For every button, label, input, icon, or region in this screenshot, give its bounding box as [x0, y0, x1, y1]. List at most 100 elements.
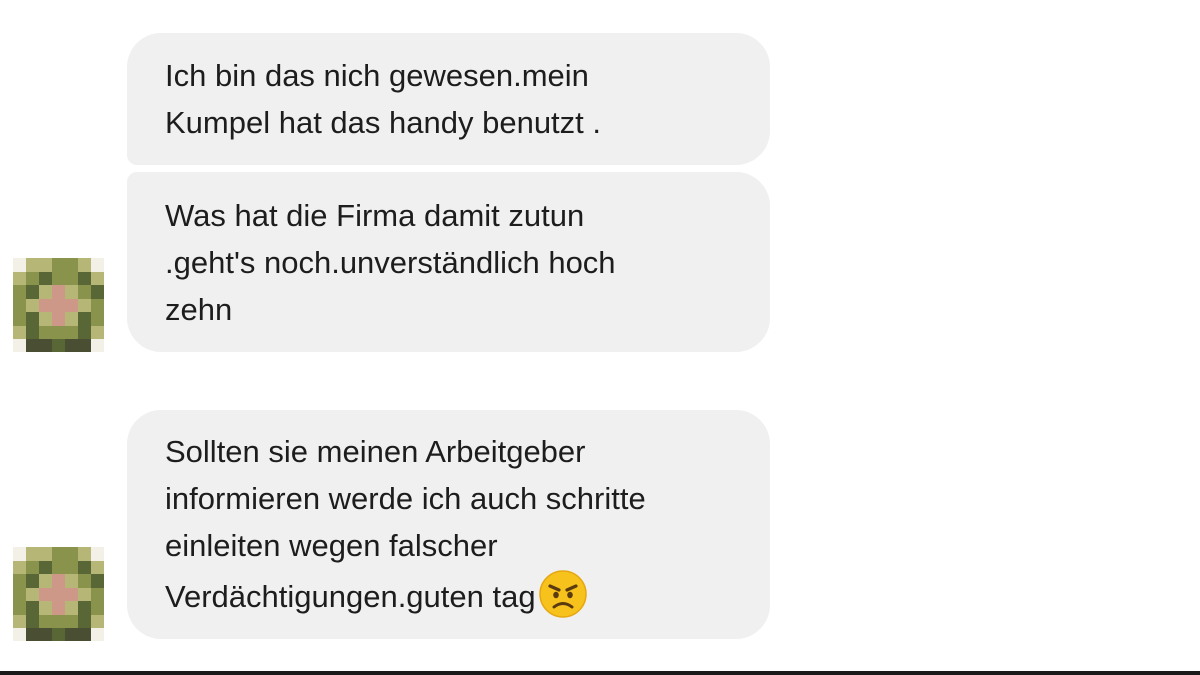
avatar-pixel: [91, 587, 104, 601]
avatar-pixel: [52, 312, 65, 326]
avatar-pixel: [65, 587, 78, 601]
avatar-pixel: [26, 560, 39, 574]
avatar-pixel: [39, 574, 52, 588]
avatar-pixel: [91, 601, 104, 615]
avatar-pixel: [13, 271, 26, 285]
avatar-pixel: [78, 271, 91, 285]
sender-avatar-pixelated[interactable]: [13, 258, 104, 352]
avatar-pixel: [26, 325, 39, 339]
avatar-pixel: [13, 587, 26, 601]
avatar-pixel: [91, 285, 104, 299]
avatar-pixel: [65, 560, 78, 574]
avatar-pixel: [65, 312, 78, 326]
avatar-pixel: [52, 325, 65, 339]
avatar-pixel: [39, 271, 52, 285]
avatar-pixel: [78, 601, 91, 615]
avatar-pixel: [91, 547, 104, 561]
avatar-pixel: [65, 285, 78, 299]
avatar-pixel: [91, 258, 104, 272]
avatar-pixel: [52, 587, 65, 601]
avatar-pixel: [65, 271, 78, 285]
avatar-pixel: [52, 574, 65, 588]
avatar-pixel: [13, 547, 26, 561]
avatar-pixel: [52, 339, 65, 352]
avatar-pixel: [65, 601, 78, 615]
avatar-pixel: [78, 547, 91, 561]
avatar-pixel: [26, 339, 39, 352]
avatar-pixel: [39, 298, 52, 312]
avatar-pixel: [78, 258, 91, 272]
avatar-pixel: [52, 298, 65, 312]
avatar-pixel: [13, 312, 26, 326]
avatar-pixel: [78, 325, 91, 339]
avatar-pixel: [39, 614, 52, 628]
avatar-pixel: [52, 614, 65, 628]
avatar-pixel: [52, 628, 65, 641]
avatar-pixel: [65, 547, 78, 561]
avatar-pixel: [39, 560, 52, 574]
avatar-pixel: [52, 285, 65, 299]
avatar-pixel: [78, 587, 91, 601]
avatar-pixel: [39, 285, 52, 299]
avatar-pixel: [52, 271, 65, 285]
avatar-pixel: [13, 258, 26, 272]
avatar-pixel: [39, 339, 52, 352]
avatar-pixel: [26, 271, 39, 285]
avatar-pixel: [78, 574, 91, 588]
avatar-pixel: [78, 628, 91, 641]
avatar-pixel: [65, 258, 78, 272]
avatar-pixel: [13, 339, 26, 352]
avatar-pixel: [13, 614, 26, 628]
avatar-pixel: [52, 560, 65, 574]
message-bubble-2[interactable]: Was hat die Firma damit zutun .geht's no…: [127, 172, 770, 352]
avatar-pixel: [39, 628, 52, 641]
avatar-pixel: [13, 601, 26, 615]
avatar-pixel: [13, 298, 26, 312]
avatar-pixel: [91, 271, 104, 285]
avatar-pixel: [78, 560, 91, 574]
avatar-pixel: [52, 258, 65, 272]
avatar-pixel: [13, 285, 26, 299]
sender-avatar-pixelated[interactable]: [13, 547, 104, 641]
avatar-pixel: [26, 285, 39, 299]
avatar-pixel: [78, 312, 91, 326]
avatar-pixel: [91, 312, 104, 326]
avatar-pixel: [65, 628, 78, 641]
avatar-pixel: [26, 587, 39, 601]
avatar-pixel: [65, 339, 78, 352]
avatar-pixel: [26, 298, 39, 312]
avatar-pixel: [13, 560, 26, 574]
message-text-2: Was hat die Firma damit zutun .geht's no…: [165, 198, 616, 327]
avatar-pixel: [13, 325, 26, 339]
avatar-pixel: [65, 614, 78, 628]
avatar-pixel: [91, 574, 104, 588]
avatar-pixel: [91, 298, 104, 312]
avatar-pixel: [39, 601, 52, 615]
avatar-pixel: [39, 587, 52, 601]
avatar-pixel: [78, 298, 91, 312]
avatar-pixel: [91, 339, 104, 352]
avatar-pixel: [91, 614, 104, 628]
bottom-divider: [0, 671, 1200, 675]
avatar-pixel: [52, 547, 65, 561]
avatar-pixel: [26, 574, 39, 588]
message-text-1: Ich bin das nich gewesen.mein Kumpel hat…: [165, 58, 602, 140]
avatar-pixel: [78, 614, 91, 628]
avatar-pixel: [13, 574, 26, 588]
avatar-pixel: [26, 258, 39, 272]
avatar-pixel: [39, 258, 52, 272]
avatar-pixel: [13, 628, 26, 641]
avatar-pixel: [26, 628, 39, 641]
avatar-pixel: [78, 339, 91, 352]
message-thread: Ich bin das nich gewesen.mein Kumpel hat…: [0, 0, 1200, 675]
avatar-pixel: [26, 547, 39, 561]
avatar-pixel: [91, 628, 104, 641]
angry-face-icon: [538, 569, 588, 619]
message-bubble-3[interactable]: Sollten sie meinen Arbeitgeber informier…: [127, 410, 770, 639]
avatar-pixel: [39, 547, 52, 561]
avatar-pixel: [91, 325, 104, 339]
avatar-pixel: [91, 560, 104, 574]
message-bubble-1[interactable]: Ich bin das nich gewesen.mein Kumpel hat…: [127, 33, 770, 165]
avatar-pixel: [52, 601, 65, 615]
avatar-pixel: [39, 325, 52, 339]
